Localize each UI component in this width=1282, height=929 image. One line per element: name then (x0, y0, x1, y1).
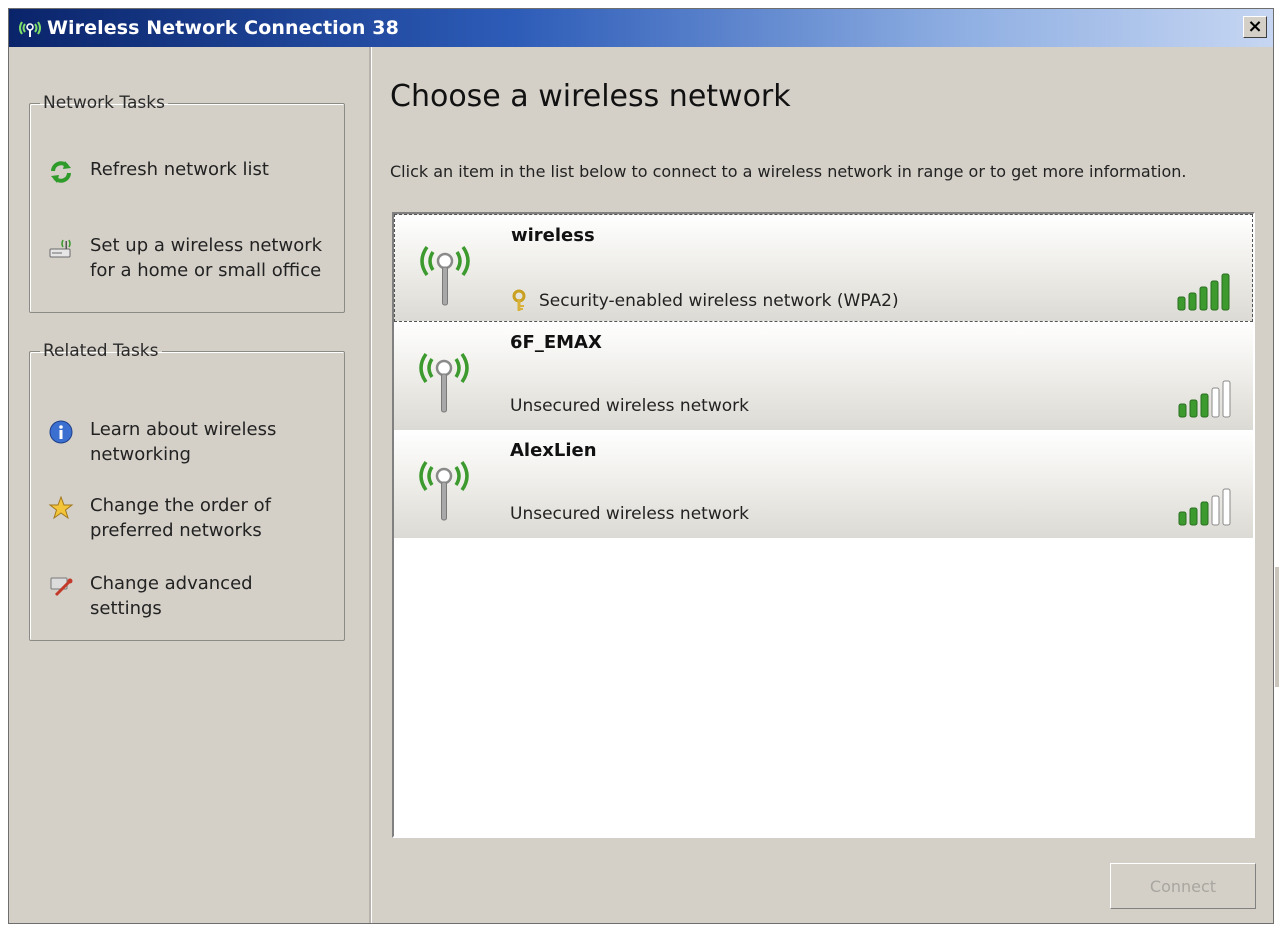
network-tasks-title: Network Tasks (43, 93, 165, 113)
close-icon: × (1247, 16, 1263, 37)
signal-strength-icon (1177, 273, 1230, 311)
window-edge-shadow (1275, 567, 1279, 687)
signal-strength-icon (1178, 380, 1231, 418)
network-status-text: Unsecured wireless network (510, 504, 749, 524)
change-advanced-label: Change advanced settings (90, 573, 253, 619)
network-name: AlexLien (510, 440, 597, 461)
wireless-antenna-icon (419, 460, 469, 521)
learn-wireless-task[interactable]: Learn about wireless networking (48, 417, 338, 467)
network-name: 6F_EMAX (510, 332, 602, 353)
refresh-network-list-task[interactable]: Refresh network list (48, 157, 338, 185)
setup-wireless-network-task[interactable]: Set up a wireless network for a home or … (48, 233, 338, 283)
related-tasks-title: Related Tasks (43, 341, 159, 361)
wireless-connection-window: Wireless Network Connection 38 × Network… (8, 8, 1279, 924)
network-status: Unsecured wireless network (510, 396, 749, 416)
wireless-antenna-icon (420, 245, 470, 306)
page-title: Choose a wireless network (390, 79, 791, 114)
network-item[interactable]: wireless Security-enabled wireless netwo… (394, 214, 1253, 322)
network-status: Unsecured wireless network (510, 504, 749, 524)
network-name: wireless (511, 225, 595, 246)
window-title: Wireless Network Connection 38 (47, 17, 399, 39)
network-item[interactable]: AlexLien Unsecured wireless network (394, 430, 1253, 538)
learn-wireless-label: Learn about wireless networking (90, 419, 277, 465)
security-lock-icon (512, 289, 526, 311)
network-status: Security-enabled wireless network (WPA2) (511, 289, 899, 313)
network-list[interactable]: wireless Security-enabled wireless netwo… (392, 212, 1255, 838)
network-status-text: Security-enabled wireless network (WPA2) (539, 291, 899, 311)
wireless-antenna-icon (419, 352, 469, 413)
setup-wireless-network-label: Set up a wireless network for a home or … (90, 235, 323, 281)
refresh-icon (48, 159, 74, 185)
related-tasks-group: Related Tasks Learn about wireless netwo… (29, 341, 345, 641)
connect-button[interactable]: Connect (1110, 863, 1256, 909)
change-advanced-task[interactable]: Change advanced settings (48, 571, 338, 621)
instruction-text: Click an item in the list below to conne… (390, 162, 1187, 181)
wireless-connection-icon (15, 17, 45, 39)
title-bar[interactable]: Wireless Network Connection 38 × (9, 9, 1273, 47)
main-pane: Choose a wireless network Click an item … (372, 47, 1279, 923)
signal-strength-icon (1178, 488, 1231, 526)
network-item[interactable]: 6F_EMAX Unsecured wireless network (394, 322, 1253, 430)
info-icon (48, 419, 74, 445)
network-tasks-group: Network Tasks Refresh network list Set u… (29, 93, 345, 313)
network-status-text: Unsecured wireless network (510, 396, 749, 416)
star-icon (48, 495, 74, 521)
refresh-network-list-label: Refresh network list (90, 159, 269, 180)
task-pane: Network Tasks Refresh network list Set u… (9, 47, 369, 923)
close-button[interactable]: × (1243, 16, 1267, 38)
wireless-setup-icon (48, 235, 74, 261)
settings-icon (48, 573, 74, 599)
change-order-task[interactable]: Change the order of preferred networks (48, 493, 338, 543)
change-order-label: Change the order of preferred networks (90, 495, 271, 541)
